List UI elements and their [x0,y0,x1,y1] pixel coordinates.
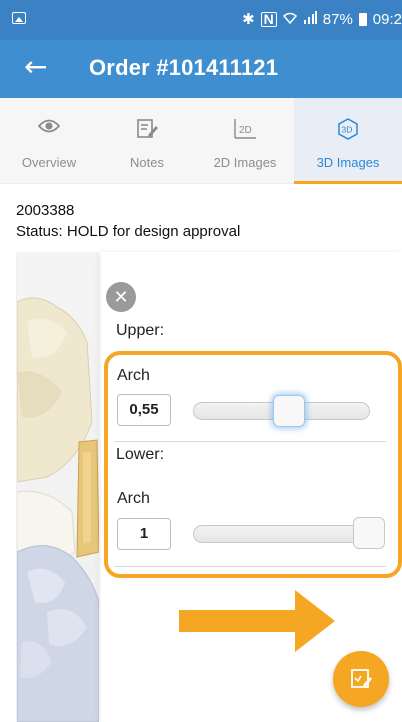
nfc-icon: N [260,11,277,27]
order-id: 2003388 [16,202,75,219]
upper-arch-slider-thumb[interactable] [273,395,305,427]
lower-label: Lower: [116,446,165,463]
status-bar: ✱ N 87% 09:2 [0,0,402,40]
wifi-icon [282,11,297,28]
upper-arch-label: Arch [117,367,150,384]
lower-arch-slider[interactable] [193,525,370,543]
clock: 09:2 [372,10,402,28]
svg-text:2D: 2D [239,125,252,136]
tab-bar: Overview Notes 2D 2D Images 3D 3D Images [0,98,402,184]
bluetooth-icon: ✱ [242,11,255,28]
battery-percent: 87% [322,10,353,28]
tab-3d-images[interactable]: 3D 3D Images [294,98,402,184]
order-status: Status: HOLD for design approval [16,223,241,240]
close-circle-icon[interactable]: ✕ [106,282,136,312]
upper-label: Upper: [116,322,165,339]
screen: ✱ N 87% 09:2 ← Order #101411121 Overview [0,0,402,722]
3d-icon: 3D [337,118,359,145]
battery-icon [358,12,367,26]
approve-fab-button[interactable] [333,651,389,707]
status-icons: ✱ N 87% 09:2 [242,10,402,28]
active-tab-indicator [294,181,402,184]
lower-arch-value-input[interactable]: 1 [117,518,171,550]
tab-overview-label: Overview [21,155,77,170]
tab-notes-label: Notes [130,155,164,170]
dental-model-render[interactable] [17,252,99,722]
app-bar: ← Order #101411121 [0,40,402,98]
section-divider-bottom [114,566,386,567]
page-title: Order #101411121 [89,55,279,80]
arrow-left-icon[interactable]: ← [24,53,47,81]
tab-3d-images-label: 3D Images [316,155,380,170]
lower-arch-label: Arch [117,490,150,507]
2d-icon: 2D [233,118,257,145]
arrow-right-icon [179,590,335,657]
gallery-icon [12,12,26,24]
eye-icon [37,118,61,139]
svg-text:3D: 3D [342,125,353,135]
note-edit-icon [136,118,158,145]
tab-overview[interactable]: Overview [0,98,98,183]
tab-notes[interactable]: Notes [98,98,196,183]
tab-2d-images[interactable]: 2D 2D Images [196,98,294,183]
lower-arch-slider-thumb[interactable] [353,517,385,549]
tab-2d-images-label: 2D Images [213,155,277,170]
upper-arch-value-input[interactable]: 0,55 [117,394,171,426]
signal-icon [303,10,317,28]
section-divider [114,441,386,442]
